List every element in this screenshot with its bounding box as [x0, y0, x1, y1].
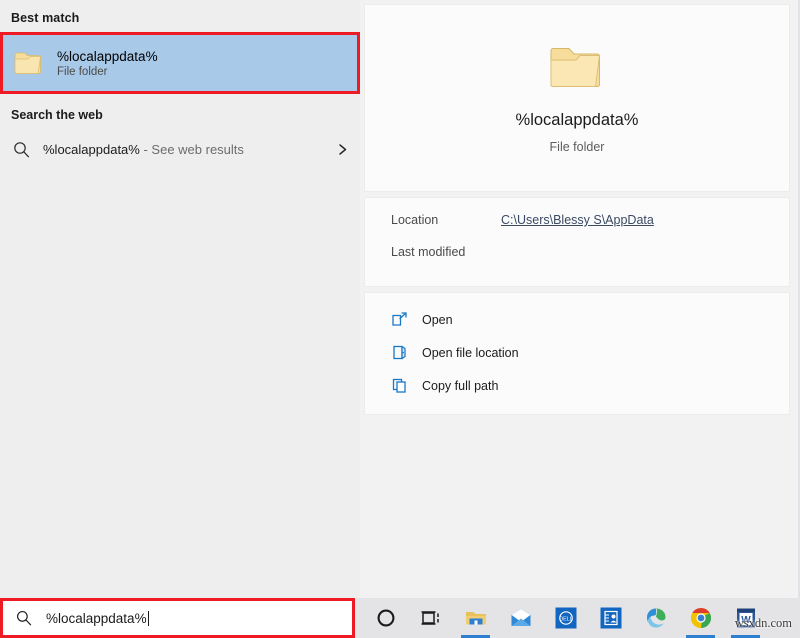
preview-title: %localappdata% — [515, 110, 639, 129]
metadata-key: Location — [391, 213, 439, 227]
taskbar-item-file-explorer[interactable] — [453, 598, 498, 638]
taskbar-item-cortana[interactable] — [363, 598, 408, 638]
taskbar-item-dell[interactable]: DELL — [543, 598, 588, 638]
taskbar-icon-tray: DELL W — [355, 598, 800, 638]
taskbar-item-word[interactable]: W — [723, 598, 768, 638]
best-match-highlight-box: %localappdata% File folder — [0, 32, 360, 94]
metadata-row-location: Location C:\Users\Blessy S\AppData — [391, 213, 789, 245]
taskbar-item-task-view[interactable] — [408, 598, 453, 638]
search-input-value[interactable]: %localappdata% — [46, 610, 149, 626]
word-icon: W — [734, 606, 758, 630]
svg-text:DELL: DELL — [559, 616, 573, 622]
web-result-query: %localappdata% — [43, 141, 140, 157]
open-external-icon — [391, 311, 408, 328]
search-icon — [16, 610, 32, 626]
taskbar-item-mail[interactable] — [498, 598, 543, 638]
mail-icon — [509, 606, 533, 630]
taskbar: %localappdata% DELL W wsxdn.com — [0, 598, 800, 638]
preview-subtitle: File folder — [549, 139, 605, 154]
actions-card: Open Open file location Copy full path — [364, 292, 790, 415]
action-label: Open file location — [422, 345, 519, 360]
preview-header-card: %localappdata% File folder — [364, 4, 790, 192]
contacts-icon — [599, 606, 623, 630]
metadata-key: Last modified — [391, 245, 466, 259]
chevron-right-icon[interactable] — [336, 143, 349, 156]
action-open[interactable]: Open — [391, 303, 789, 336]
folder-icon — [14, 50, 44, 76]
cortana-circle-icon — [374, 606, 398, 630]
text-caret — [147, 610, 149, 626]
best-match-text: %localappdata% File folder — [57, 49, 158, 78]
copy-icon — [391, 377, 408, 394]
best-match-title: %localappdata% — [57, 48, 158, 64]
search-results-panel: Best match %localappdata% File folder Se… — [0, 0, 360, 598]
svg-text:W: W — [741, 615, 751, 626]
best-match-result-item[interactable]: %localappdata% File folder — [3, 35, 357, 91]
dell-icon: DELL — [554, 606, 578, 630]
web-result-label: %localappdata% - See web results — [43, 141, 244, 157]
taskbar-search-box[interactable]: %localappdata% — [0, 598, 355, 638]
file-explorer-icon — [464, 606, 488, 630]
task-view-icon — [419, 606, 443, 630]
search-flyout: Best match %localappdata% File folder Se… — [0, 0, 800, 598]
web-result-item[interactable]: %localappdata% - See web results — [0, 130, 360, 168]
edge-icon — [644, 606, 668, 630]
preview-panel: %localappdata% File folder Location C:\U… — [360, 0, 800, 598]
best-match-subtitle: File folder — [57, 65, 108, 78]
metadata-row-last-modified: Last modified — [391, 245, 789, 277]
action-label: Copy full path — [422, 378, 499, 393]
best-match-header: Best match — [11, 11, 80, 25]
taskbar-item-contacts[interactable] — [588, 598, 633, 638]
chrome-icon — [689, 606, 713, 630]
action-label: Open — [422, 312, 453, 327]
action-open-file-location[interactable]: Open file location — [391, 336, 789, 369]
location-link[interactable]: C:\Users\Blessy S\AppData — [501, 213, 654, 227]
taskbar-item-edge[interactable] — [633, 598, 678, 638]
search-the-web-header: Search the web — [11, 108, 103, 122]
search-input-text: %localappdata% — [46, 610, 147, 626]
open-folder-location-icon — [391, 344, 408, 361]
metadata-card: Location C:\Users\Blessy S\AppData Last … — [364, 197, 790, 287]
taskbar-item-chrome[interactable] — [678, 598, 723, 638]
folder-icon — [549, 43, 605, 91]
windows-search-screen: Best match %localappdata% File folder Se… — [0, 0, 800, 638]
action-copy-full-path[interactable]: Copy full path — [391, 369, 789, 402]
search-icon — [13, 141, 30, 158]
